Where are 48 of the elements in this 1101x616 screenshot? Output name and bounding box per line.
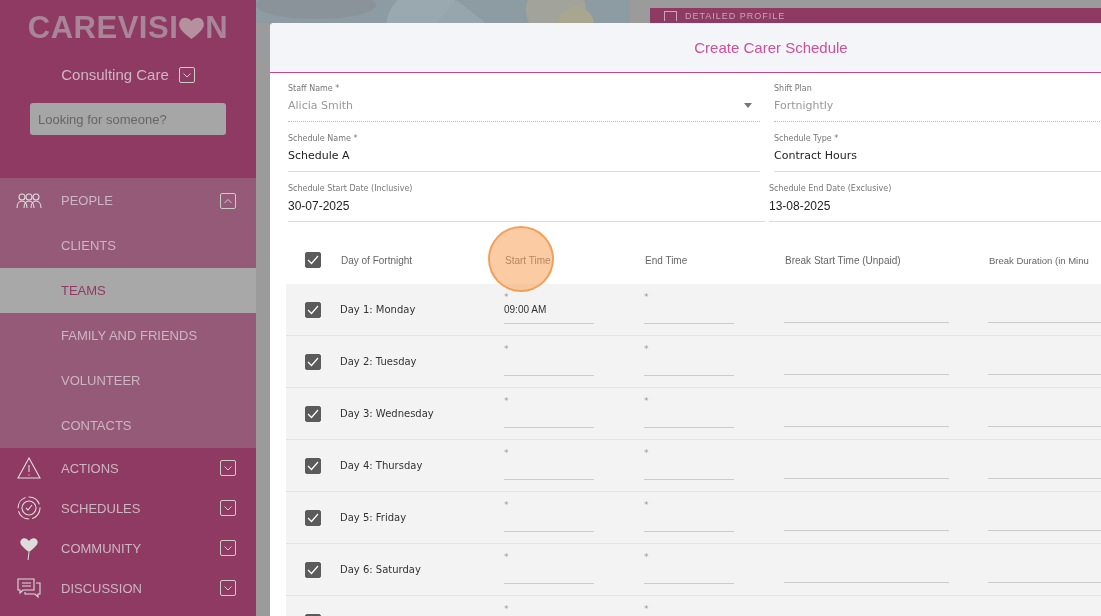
- checkbox[interactable]: [305, 405, 321, 422]
- search-field[interactable]: Looking for someone?: [30, 103, 226, 135]
- nav-item[interactable]: FAMILY AND FRIENDS: [0, 313, 256, 358]
- day-label: Day 3: Wednesday: [340, 408, 434, 419]
- text-field[interactable]: Schedule Name * Schedule A: [288, 132, 760, 172]
- column-header: Start Time: [505, 254, 551, 266]
- column-header: Break Duration (in Minu: [989, 254, 1089, 266]
- text-field[interactable]: Schedule Type * Contract Hours: [774, 132, 1101, 172]
- date-field[interactable]: Schedule End Date (Exclusive) 13-08-2025: [769, 182, 1101, 222]
- nav-item[interactable]: CONTACTS: [0, 403, 256, 448]
- checkbox[interactable]: [305, 353, 321, 370]
- organisation-name: Consulting Care: [61, 66, 169, 83]
- expand-icon[interactable]: [178, 66, 195, 83]
- day-label: Day 5: Friday: [340, 512, 407, 523]
- checkbox[interactable]: [305, 457, 321, 474]
- warning-icon: [16, 457, 41, 479]
- checkbox[interactable]: [305, 301, 321, 318]
- nav-item[interactable]: PEOPLE: [0, 178, 256, 223]
- nav-item[interactable]: COMMUNITY: [0, 528, 256, 568]
- heart-icon: [178, 16, 206, 40]
- nav-item[interactable]: CLIENTS: [0, 223, 256, 268]
- column-header: End Time: [645, 254, 688, 266]
- dialog-title: Create Carer Schedule: [694, 39, 848, 56]
- nav-item[interactable]: VOLUNTEER: [0, 358, 256, 403]
- expand-icon[interactable]: [220, 540, 236, 556]
- profile-tab[interactable]: DETAILED PROFILE: [650, 8, 1101, 23]
- checkbox[interactable]: [305, 252, 321, 268]
- checkbox[interactable]: [305, 509, 321, 526]
- date-field[interactable]: Schedule Start Date (Inclusive) 30-07-2025: [288, 182, 765, 222]
- people-icon: [15, 191, 42, 210]
- clock-icon: [15, 495, 42, 521]
- nav-item[interactable]: DISCUSSION: [0, 568, 256, 608]
- expand-icon[interactable]: [220, 460, 236, 476]
- nav-item[interactable]: ACTIONS: [0, 448, 256, 488]
- brand-logo: CAREVISI N: [27, 10, 229, 46]
- column-header: Break Start Time (Unpaid): [785, 254, 901, 266]
- day-label: Day 4: Thursday: [340, 460, 423, 471]
- nav-item[interactable]: TEAMS: [0, 268, 256, 313]
- chat-icon: [16, 577, 41, 599]
- day-label: Day 2: Tuesday: [340, 356, 417, 367]
- expand-icon[interactable]: [220, 580, 236, 596]
- day-label: Day 1: Monday: [340, 304, 416, 315]
- nav-item[interactable]: SCHEDULES: [0, 488, 256, 528]
- day-label: Day 6: Saturday: [340, 564, 421, 575]
- column-header: Day of Fortnight: [341, 254, 413, 266]
- collapse-icon[interactable]: [220, 192, 236, 209]
- expand-icon[interactable]: [220, 500, 236, 516]
- checkbox[interactable]: [305, 561, 321, 578]
